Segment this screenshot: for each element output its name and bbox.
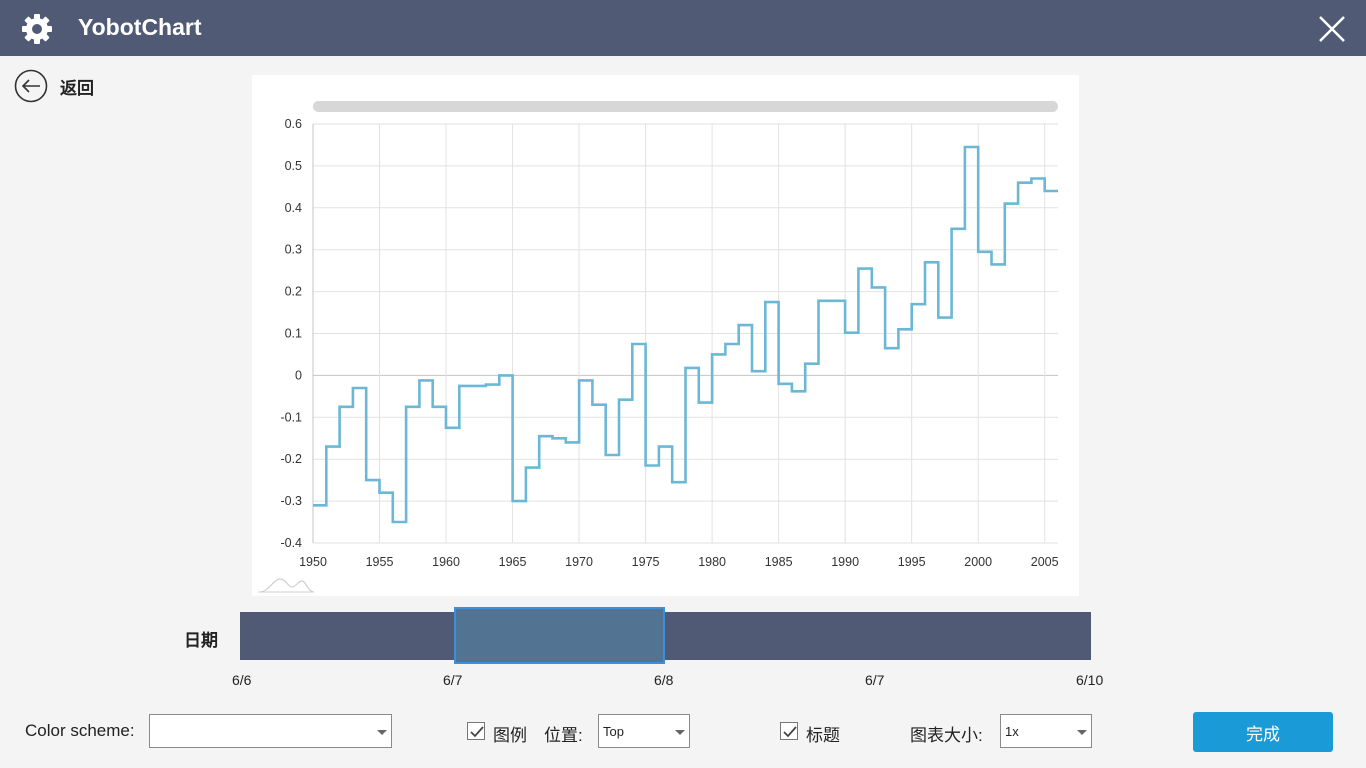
chevron-down-icon xyxy=(675,730,685,735)
back-button[interactable]: 返回 xyxy=(14,68,94,104)
range-tick: 6/7 xyxy=(865,672,885,688)
x-tick-label: 2005 xyxy=(1031,555,1059,569)
chart-size-select[interactable]: 1x xyxy=(1000,714,1092,748)
gear-icon[interactable] xyxy=(18,10,56,48)
close-icon[interactable] xyxy=(1312,10,1352,48)
y-tick-label: -0.3 xyxy=(280,494,302,508)
range-tick: 6/7 xyxy=(443,672,463,688)
y-tick-label: -0.4 xyxy=(280,536,302,550)
back-label: 返回 xyxy=(60,78,94,98)
range-tick: 6/6 xyxy=(232,672,252,688)
x-tick-label: 1950 xyxy=(299,555,327,569)
position-label: 位置: xyxy=(544,726,583,745)
chart-size-label: 图表大小: xyxy=(910,726,983,745)
y-tick-label: 0 xyxy=(295,368,302,382)
y-tick-label: -0.2 xyxy=(280,452,302,466)
chevron-down-icon xyxy=(1077,730,1087,735)
chevron-down-icon xyxy=(377,730,387,735)
range-label: 日期 xyxy=(184,631,218,650)
x-tick-label: 1955 xyxy=(366,555,394,569)
date-range-selection[interactable] xyxy=(454,607,665,664)
y-tick-label: 0.3 xyxy=(285,243,302,257)
y-tick-label: 0.6 xyxy=(285,117,302,131)
position-select[interactable]: Top xyxy=(598,714,690,748)
app-title: YobotChart xyxy=(78,14,202,40)
date-range-track[interactable] xyxy=(240,612,1091,660)
position-value: Top xyxy=(603,724,624,739)
chart-scrollbar[interactable] xyxy=(313,101,1058,112)
legend-label: 图例 xyxy=(493,726,527,745)
y-tick-label: 0.1 xyxy=(285,327,302,341)
color-scheme-label: Color scheme: xyxy=(25,721,135,740)
y-tick-label: 0.5 xyxy=(285,159,302,173)
range-tick: 6/10 xyxy=(1076,672,1104,688)
y-tick-label: 0.2 xyxy=(285,285,302,299)
done-button[interactable]: 完成 xyxy=(1193,712,1333,752)
x-tick-label: 2000 xyxy=(964,555,992,569)
mini-chart-icon xyxy=(258,578,315,593)
title-label: 标题 xyxy=(806,726,840,745)
x-tick-label: 1985 xyxy=(765,555,793,569)
check-icon xyxy=(470,726,484,738)
x-tick-label: 1980 xyxy=(698,555,726,569)
title-checkbox[interactable] xyxy=(780,722,798,740)
chart-size-value: 1x xyxy=(1005,724,1019,739)
line-chart: 0.6 0.5 0.4 0.3 0.2 0.1 0 -0.1 -0.2 -0.3 -0.4 1950 1… xyxy=(258,101,1059,593)
x-tick-label: 1960 xyxy=(432,555,460,569)
x-tick-label: 1990 xyxy=(831,555,859,569)
arrow-left-circle-icon xyxy=(14,69,48,103)
range-tick: 6/8 xyxy=(654,672,674,688)
x-tick-label: 1995 xyxy=(898,555,926,569)
y-tick-label: 0.4 xyxy=(285,201,302,215)
legend-checkbox[interactable] xyxy=(467,722,485,740)
x-tick-label: 1970 xyxy=(565,555,593,569)
x-tick-label: 1965 xyxy=(499,555,527,569)
title-bar: YobotChart xyxy=(0,0,1366,56)
color-scheme-select[interactable] xyxy=(149,714,392,748)
series-line xyxy=(313,145,1058,524)
check-icon xyxy=(783,726,797,738)
x-tick-label: 1975 xyxy=(632,555,660,569)
y-tick-label: -0.1 xyxy=(280,410,302,424)
chart-panel: 0.6 0.5 0.4 0.3 0.2 0.1 0 -0.1 -0.2 -0.3 -0.4 1950 1… xyxy=(252,75,1079,596)
